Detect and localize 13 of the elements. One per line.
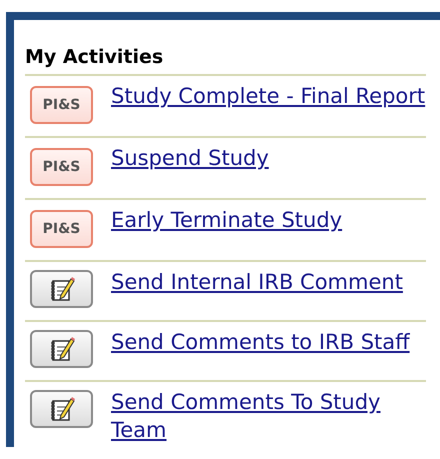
notepad-pencil-icon — [30, 270, 93, 308]
activity-link[interactable]: Suspend Study — [111, 144, 269, 172]
activity-link[interactable]: Send Internal IRB Comment — [111, 268, 403, 296]
activity-link[interactable]: Study Complete - Final Report — [111, 82, 426, 110]
activity-link[interactable]: Send Comments To Study Team — [111, 388, 426, 444]
panel-title: My Activities — [25, 46, 164, 70]
notepad-pencil-icon — [30, 330, 93, 368]
activity-link[interactable]: Early Terminate Study — [111, 206, 342, 234]
pis-badge: PI&S — [30, 86, 93, 124]
pis-badge: PI&S — [30, 148, 93, 186]
activity-link[interactable]: Send Comments to IRB Staff — [111, 328, 410, 356]
notepad-pencil-icon — [30, 390, 93, 428]
pis-badge: PI&S — [30, 210, 93, 248]
